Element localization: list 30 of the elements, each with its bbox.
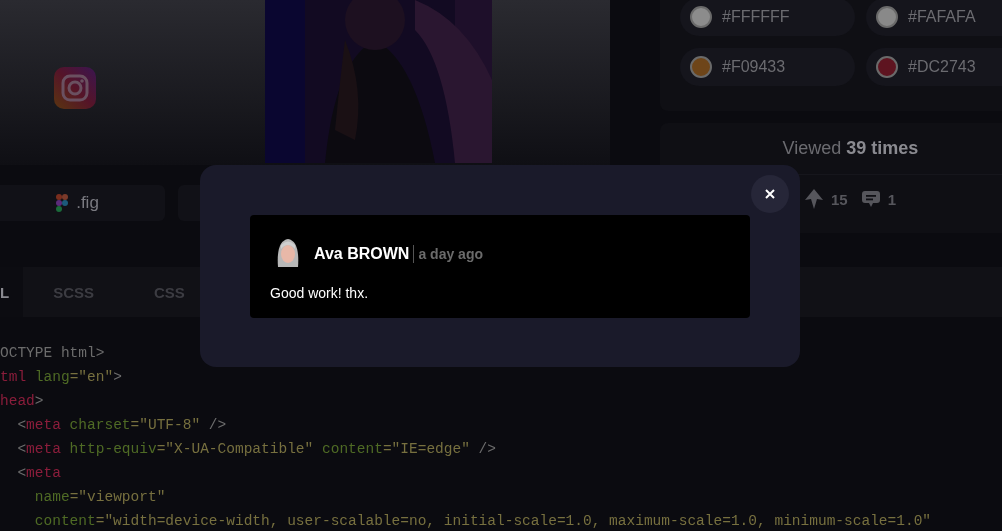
comment-count: 1	[887, 190, 897, 208]
color-chip[interactable]: #FAFAFA	[866, 0, 1002, 36]
close-button[interactable]	[751, 175, 789, 213]
comment-time: a day ago	[418, 246, 483, 262]
view-count: Viewed 39 times	[782, 138, 919, 159]
code-tab[interactable]: L	[0, 267, 24, 317]
code-line: <meta	[16, 464, 62, 483]
color-code: #FAFAFA	[908, 8, 976, 26]
code-line: name="viewport"	[33, 488, 167, 507]
file-button[interactable]: .fig	[0, 185, 165, 221]
author-name[interactable]: Ava BROWN	[314, 245, 415, 263]
code-line: <meta charset="UTF-8" />	[16, 416, 228, 435]
code-line: content="width=device-width, user-scalable=no, initial-scale=1.0, maximum-scale=1.0, minimum-scale=1.0"	[33, 512, 933, 531]
figma-icon	[56, 194, 69, 212]
color-code: #FFFFFF	[722, 8, 790, 26]
code-line: head>	[0, 392, 45, 411]
close-icon	[765, 189, 775, 199]
comment-icon[interactable]	[861, 190, 880, 208]
camera-icon	[54, 67, 96, 109]
color-code: #F09433	[722, 58, 786, 76]
code-line: tml lang="en">	[0, 368, 123, 387]
code-line: <meta http-equiv="X-UA-Compatible" content="IE=edge" />	[16, 440, 498, 459]
color-code: #DC2743	[908, 58, 976, 76]
color-chip[interactable]: #F09433	[680, 48, 855, 86]
upvote-count: 15	[831, 190, 848, 208]
comment-text: Good work! thx.	[270, 285, 370, 301]
upvote-icon[interactable]	[805, 189, 823, 209]
color-chip[interactable]: #FFFFFF	[680, 0, 855, 36]
code-line: OCTYPE html>	[0, 344, 106, 363]
color-chip[interactable]: #DC2743	[866, 48, 1002, 86]
